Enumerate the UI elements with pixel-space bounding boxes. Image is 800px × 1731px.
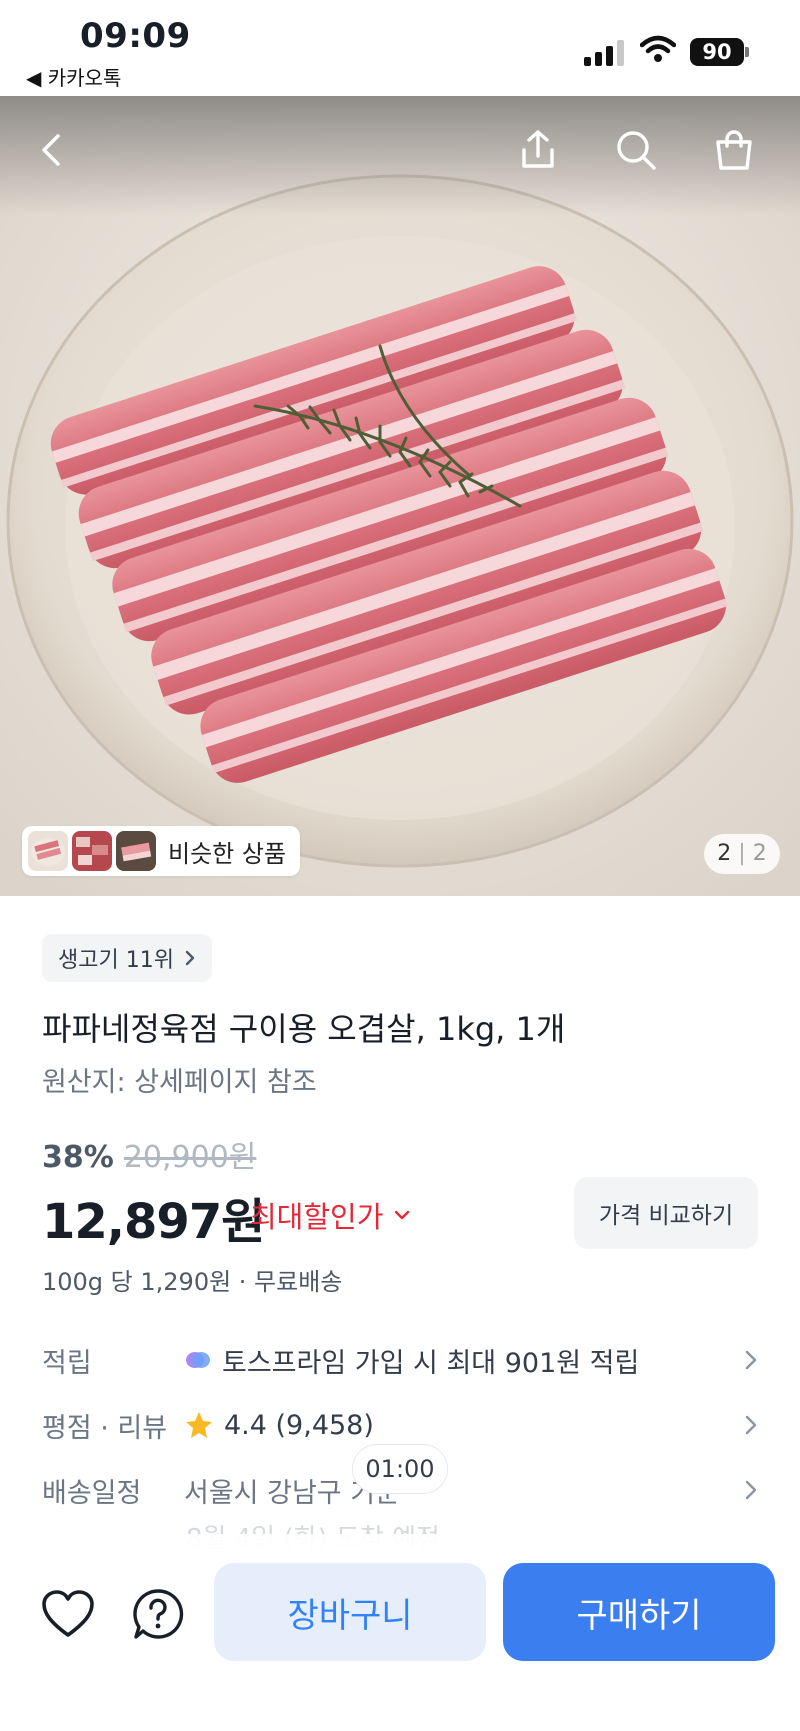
rank-chip-label: 생고기 11위: [58, 948, 174, 973]
points-row[interactable]: 적립 토스프라임 가입 시 최대 901원 적립: [42, 1336, 758, 1384]
rating-row[interactable]: 평점 · 리뷰 4.4 (9,458): [42, 1401, 758, 1449]
add-to-cart-button[interactable]: 장바구니: [214, 1563, 486, 1661]
similar-thumb-3: [116, 831, 156, 871]
back-button[interactable]: [22, 120, 82, 180]
status-time: 09:09: [80, 16, 191, 56]
status-bar: 09:09 ◀ 카카오톡 90: [0, 0, 800, 96]
discount-percent: 38%: [42, 1140, 114, 1175]
heart-icon: [42, 1590, 94, 1637]
wishlist-button[interactable]: [38, 1584, 98, 1644]
buy-now-button[interactable]: 구매하기: [503, 1563, 775, 1661]
similar-thumb-2: [72, 831, 112, 871]
chevron-right-icon: [745, 1350, 757, 1370]
page-total: 2: [752, 841, 767, 866]
rating-value: 4.4 (9,458): [224, 1409, 374, 1441]
rating-label: 평점 · 리뷰: [42, 1412, 168, 1444]
timer-bubble: 01:00: [352, 1444, 448, 1494]
points-label: 적립: [42, 1347, 92, 1379]
top-gradient: [0, 96, 800, 216]
chevron-down-icon: [395, 1210, 410, 1220]
search-button[interactable]: [606, 120, 666, 180]
product-image-carousel[interactable]: 비슷한 상품 2 | 2: [0, 96, 800, 896]
points-value: 토스프라임 가입 시 최대 901원 적립: [222, 1347, 640, 1379]
sale-price: 12,897원: [42, 1194, 265, 1250]
wifi-icon: [640, 35, 676, 62]
image-page-indicator: 2 | 2: [704, 834, 780, 874]
battery-indicator: 90: [690, 38, 744, 66]
similar-products-label: 비슷한 상품: [168, 839, 287, 868]
page-current: 2: [717, 841, 732, 866]
page-separator: |: [738, 841, 746, 866]
back-to-app-link[interactable]: ◀ 카카오톡: [26, 62, 121, 91]
category-rank-chip[interactable]: 생고기 11위: [42, 934, 212, 982]
signal-icon: [584, 38, 626, 66]
max-discount-label: 최대할인가: [250, 1200, 384, 1234]
search-icon: [617, 131, 656, 170]
share-button[interactable]: [508, 120, 568, 180]
discount-row: 38% 20,900원: [42, 1132, 256, 1176]
back-icon: [42, 134, 60, 166]
product-origin: 원산지: 상세페이지 참조: [42, 1067, 317, 1098]
cart-nav-button[interactable]: [704, 120, 764, 180]
shopping-bag-icon: [716, 130, 752, 170]
max-discount-toggle[interactable]: 최대할인가: [250, 1194, 411, 1236]
price-compare-button[interactable]: 가격 비교하기: [574, 1177, 758, 1249]
share-icon: [522, 130, 554, 168]
unit-price-shipping: 100g 당 1,290원 · 무료배송: [42, 1268, 343, 1296]
chevron-right-icon: [185, 950, 195, 966]
similar-thumb-1: [28, 831, 68, 871]
chevron-right-icon: [745, 1415, 757, 1435]
delivery-label: 배송일정: [42, 1477, 142, 1509]
help-button[interactable]: [128, 1584, 188, 1644]
battery-tip: [745, 47, 749, 57]
question-icon: [133, 1589, 184, 1639]
product-title: 파파네정육점 구이용 오겹살, 1kg, 1개: [42, 1010, 566, 1048]
original-price: 20,900원: [123, 1140, 257, 1175]
product-photo: [0, 96, 800, 896]
star-icon: [186, 1412, 212, 1438]
chevron-right-icon: [745, 1480, 757, 1500]
similar-products-button[interactable]: 비슷한 상품: [22, 826, 301, 876]
toss-prime-icon: [186, 1352, 210, 1368]
